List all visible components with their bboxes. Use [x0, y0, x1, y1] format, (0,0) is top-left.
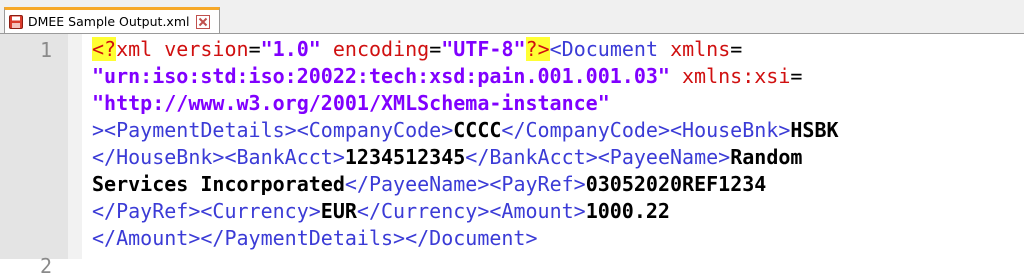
- equals: =: [790, 64, 803, 88]
- attr-name: version: [164, 37, 249, 61]
- tag: </Currency><Amount>: [356, 199, 586, 223]
- tag: </Amount></PaymentDetails></Document>: [92, 226, 538, 250]
- code-line: </Amount></PaymentDetails></Document>: [92, 225, 1022, 252]
- line-number-gutter: 1 2: [0, 34, 68, 278]
- element-text: 1234512345: [344, 145, 466, 169]
- element-text: Services Incorporated: [92, 172, 345, 196]
- fold-margin[interactable]: [68, 34, 82, 259]
- equals: =: [429, 37, 442, 61]
- tag: </BankAcct><PayeeName>: [465, 145, 731, 169]
- save-disk-icon: [9, 14, 23, 29]
- line-number: 1: [39, 38, 52, 62]
- code-line: ><PaymentDetails><CompanyCode>CCCC</Comp…: [92, 117, 1022, 144]
- pi-name: xml: [116, 37, 153, 61]
- code-line: Services Incorporated</PayeeName><PayRef…: [92, 171, 1022, 198]
- code-line: <?xml version="1.0" encoding="UTF-8"?><D…: [92, 36, 1022, 63]
- element-text: 1000.22: [585, 199, 670, 223]
- tag: <Document: [549, 37, 659, 61]
- code-line: "http://www.w3.org/2001/XMLSchema-instan…: [92, 90, 1022, 117]
- tag: </HouseBnk><BankAcct>: [92, 145, 345, 169]
- tag: </PayRef><Currency>: [92, 199, 321, 223]
- code-line: </PayRef><Currency>EUR</Currency><Amount…: [92, 198, 1022, 225]
- element-text: Random: [730, 145, 803, 169]
- tab-bar: DMEE Sample Output.xml: [0, 0, 1024, 33]
- equals: =: [730, 37, 743, 61]
- tag: ><PaymentDetails><CompanyCode>: [92, 118, 454, 142]
- element-text: EUR: [320, 199, 357, 223]
- file-tab[interactable]: DMEE Sample Output.xml: [4, 7, 220, 33]
- code-line: </HouseBnk><BankAcct>1234512345</BankAcc…: [92, 144, 1022, 171]
- attr-name: encoding: [332, 37, 430, 61]
- element-text: CCCC: [453, 118, 502, 142]
- code-content[interactable]: <?xml version="1.0" encoding="UTF-8"?><D…: [92, 36, 1022, 252]
- attr-name: xmlns:xsi: [682, 64, 791, 88]
- code-line: "urn:iso:std:iso:20022:tech:xsd:pain.001…: [92, 63, 1022, 90]
- tag: </PayeeName><PayRef>: [344, 172, 586, 196]
- equals: =: [248, 37, 261, 61]
- attr-name: xmlns: [670, 37, 731, 61]
- close-icon[interactable]: [196, 14, 211, 29]
- pi-open: <?: [92, 37, 117, 61]
- attr-value: "http://www.w3.org/2001/XMLSchema-instan…: [92, 91, 610, 115]
- element-text: 03052020REF1234: [585, 172, 767, 196]
- attr-value: "urn:iso:std:iso:20022:tech:xsd:pain.001…: [92, 64, 670, 88]
- editor-pane[interactable]: 1 2 <?xml version="1.0" encoding="UTF-8"…: [0, 33, 1024, 278]
- attr-value: "UTF-8": [441, 37, 526, 61]
- pi-close: ?>: [525, 37, 550, 61]
- element-text: HSBK: [790, 118, 839, 142]
- tag: </CompanyCode><HouseBnk>: [501, 118, 791, 142]
- tab-title: DMEE Sample Output.xml: [28, 14, 190, 29]
- attr-value: "1.0": [260, 37, 321, 61]
